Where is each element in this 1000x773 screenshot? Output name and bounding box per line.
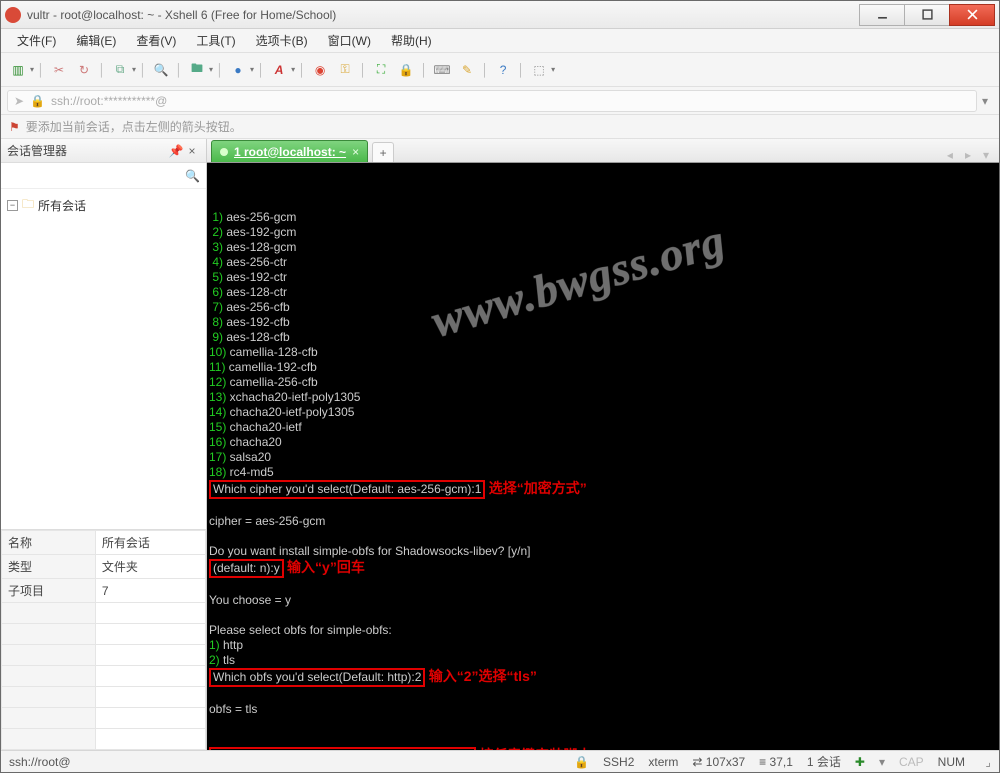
key-icon[interactable]: ⚿ <box>334 59 356 81</box>
status-num: NUM <box>938 755 965 769</box>
prop-key: 类型 <box>2 555 96 579</box>
window-buttons <box>860 4 995 26</box>
flag-icon: ⚑ <box>9 120 20 134</box>
reconnect-icon[interactable]: ↻ <box>73 59 95 81</box>
stop-icon[interactable]: ◉ <box>309 59 331 81</box>
fullscreen-icon[interactable]: ⛶ <box>370 59 392 81</box>
sidebar: 会话管理器 📌 × 🔍 − 🗀 所有会话 名称所有会话 类型文件夹 子 <box>1 139 207 750</box>
prop-val: 所有会话 <box>95 531 205 555</box>
status-cursor: ≡ 37,1 <box>759 755 793 769</box>
collapse-icon[interactable]: − <box>7 200 18 211</box>
folder-icon[interactable]: 🖿 <box>186 59 208 81</box>
sidebar-title: 会话管理器 <box>7 142 67 159</box>
tab-close-icon[interactable]: × <box>352 145 359 159</box>
tab-nav-right-icon[interactable]: ▸ <box>959 148 977 162</box>
search-icon[interactable]: 🔍 <box>150 59 172 81</box>
tab-session[interactable]: 1 root@localhost: ~ × <box>211 140 368 162</box>
arrow-icon: ➤ <box>14 94 24 108</box>
terminal-output: 1) aes-256-gcm 2) aes-192-gcm 3) aes-128… <box>209 210 997 750</box>
new-session-icon[interactable]: ▥ <box>7 59 29 81</box>
hint-text: 要添加当前会话，点击左侧的箭头按钮。 <box>26 118 242 135</box>
toolbar: ▥▾ │ ✂ ↻ │ ⧉▾ │ 🔍 │ 🖿▾ │ ●▾ │ A▾ │ ◉ ⚿ │… <box>1 53 999 87</box>
sidebar-header: 会话管理器 📌 × <box>1 139 206 163</box>
body: 会话管理器 📌 × 🔍 − 🗀 所有会话 名称所有会话 类型文件夹 子 <box>1 139 999 750</box>
menu-view[interactable]: 查看(V) <box>128 30 184 51</box>
status-size: ⇄ 107x37 <box>692 755 745 769</box>
lock-icon[interactable]: 🔒 <box>395 59 417 81</box>
lock-small-icon: 🔒 <box>30 94 45 108</box>
window-title: vultr - root@localhost: ~ - Xshell 6 (Fr… <box>27 8 860 22</box>
prop-val: 7 <box>95 579 205 603</box>
tab-menu-icon[interactable]: ▾ <box>977 148 995 162</box>
menu-file[interactable]: 文件(F) <box>9 30 64 51</box>
main: 1 root@localhost: ~ × + ◂ ▸ ▾ www.bwgss.… <box>207 139 999 750</box>
status-dot-icon <box>220 148 228 156</box>
tree-root[interactable]: − 🗀 所有会话 <box>7 195 200 216</box>
tab-label: 1 root@localhost: ~ <box>234 145 346 159</box>
status-lock-icon: 🔒 <box>574 755 589 769</box>
minimize-button[interactable] <box>859 4 905 26</box>
folder-icon: 🗀 <box>22 195 34 216</box>
sidebar-search[interactable]: 🔍 <box>1 163 206 189</box>
menu-tabs[interactable]: 选项卡(B) <box>248 30 316 51</box>
terminal[interactable]: www.bwgss.org 1) aes-256-gcm 2) aes-192-… <box>207 163 999 750</box>
prop-val <box>95 603 205 624</box>
menu-window[interactable]: 窗口(W) <box>320 30 379 51</box>
copy-icon[interactable]: ⧉ <box>109 59 131 81</box>
tab-bar: 1 root@localhost: ~ × + ◂ ▸ ▾ <box>207 139 999 163</box>
prop-val: 文件夹 <box>95 555 205 579</box>
status-termtype: xterm <box>648 755 678 769</box>
search-icon: 🔍 <box>185 169 200 183</box>
font-icon[interactable]: A <box>268 59 290 81</box>
tab-nav-left-icon[interactable]: ◂ <box>941 148 959 162</box>
help-icon[interactable]: ? <box>492 59 514 81</box>
sidebar-close-icon[interactable]: × <box>184 144 200 158</box>
status-cap: CAP <box>899 755 924 769</box>
status-plus-icon[interactable]: ✚ <box>855 755 865 769</box>
status-ssh: SSH2 <box>603 755 634 769</box>
menu-edit[interactable]: 编辑(E) <box>68 30 124 51</box>
palette-icon[interactable]: ⬚ <box>528 59 550 81</box>
address-text: ssh://root:***********@ <box>51 94 167 108</box>
menu-bar: 文件(F) 编辑(E) 查看(V) 工具(T) 选项卡(B) 窗口(W) 帮助(… <box>1 29 999 53</box>
menu-tools[interactable]: 工具(T) <box>188 30 243 51</box>
status-conn: ssh://root@ <box>9 755 71 769</box>
prop-key <box>2 603 96 624</box>
status-sessions: 1 会话 <box>807 753 841 770</box>
prop-key: 子项目 <box>2 579 96 603</box>
maximize-button[interactable] <box>904 4 950 26</box>
pin-icon[interactable]: 📌 <box>168 144 184 158</box>
new-tab-button[interactable]: + <box>372 142 394 162</box>
globe-icon[interactable]: ● <box>227 59 249 81</box>
prop-key: 名称 <box>2 531 96 555</box>
hint-bar: ⚑ 要添加当前会话，点击左侧的箭头按钮。 <box>1 115 999 139</box>
sidebar-properties: 名称所有会话 类型文件夹 子项目7 <box>1 529 206 750</box>
tree-root-label: 所有会话 <box>38 197 86 214</box>
keyboard-icon[interactable]: ⌨ <box>431 59 453 81</box>
close-button[interactable] <box>949 4 995 26</box>
address-input[interactable]: ➤ 🔒 ssh://root:***********@ <box>7 90 977 112</box>
menu-help[interactable]: 帮助(H) <box>383 30 440 51</box>
status-bar: ssh://root@ 🔒 SSH2 xterm ⇄ 107x37 ≡ 37,1… <box>1 750 999 772</box>
app-window: vultr - root@localhost: ~ - Xshell 6 (Fr… <box>0 0 1000 773</box>
app-icon <box>5 7 21 23</box>
title-bar: vultr - root@localhost: ~ - Xshell 6 (Fr… <box>1 1 999 29</box>
address-bar: ➤ 🔒 ssh://root:***********@ ▾ <box>1 87 999 115</box>
cut-icon[interactable]: ✂ <box>48 59 70 81</box>
highlight-icon[interactable]: ✎ <box>456 59 478 81</box>
session-tree[interactable]: − 🗀 所有会话 <box>1 189 206 529</box>
address-dropdown-icon[interactable]: ▾ <box>977 94 993 108</box>
